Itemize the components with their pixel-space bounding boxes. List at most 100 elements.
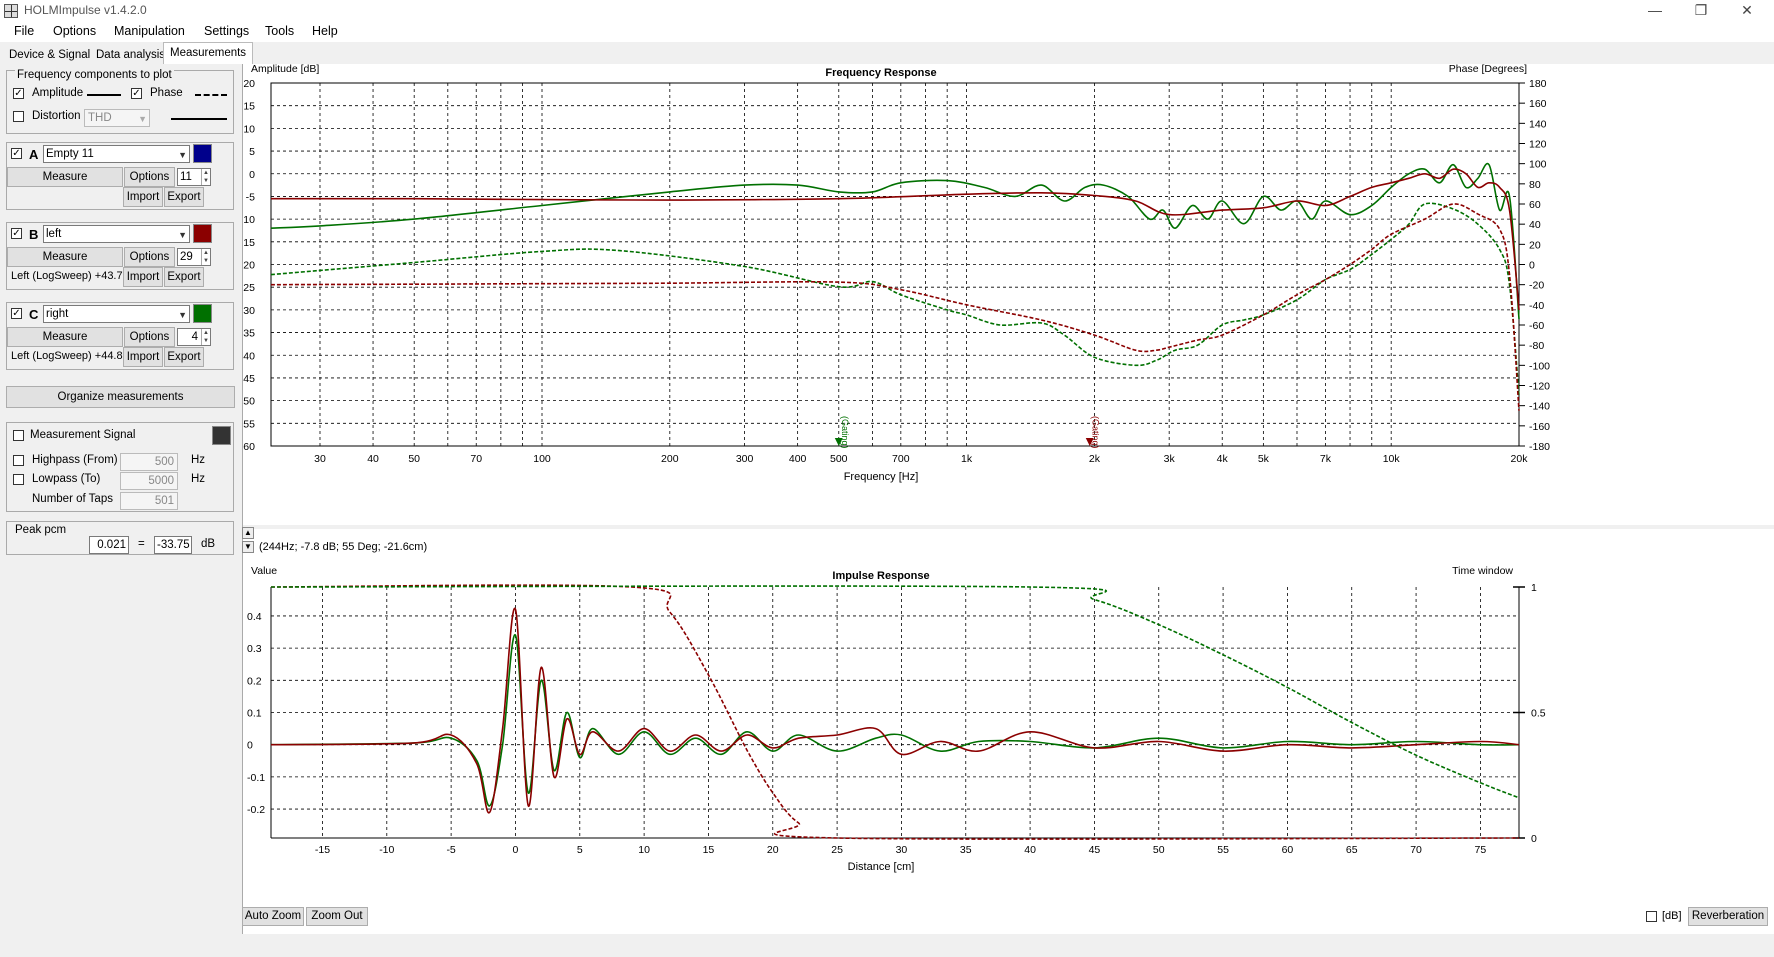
y2-tick-label: 160	[1529, 98, 1547, 110]
measurement-b-select[interactable]: left ▼	[43, 225, 190, 243]
taps-input[interactable]: 501	[120, 492, 178, 510]
menu-help[interactable]: Help	[312, 24, 338, 38]
x-tick-label: 50	[408, 453, 420, 465]
measurement-a-color[interactable]	[193, 144, 212, 163]
x-tick-label: 40	[367, 453, 379, 465]
measure-c-button[interactable]: Measure	[7, 327, 123, 347]
lowpass-input[interactable]: 5000	[120, 472, 178, 490]
y-tick-label: -45	[243, 373, 255, 385]
restore-button[interactable]: ❐	[1678, 0, 1724, 20]
measurement-a-checkbox[interactable]: ✓	[11, 148, 22, 159]
y2-tick-label: -80	[1529, 340, 1544, 352]
menu-tools[interactable]: Tools	[265, 24, 294, 38]
export-b-button[interactable]: Export	[164, 267, 204, 287]
import-c-button[interactable]: Import	[123, 347, 163, 367]
measurement-c-checkbox[interactable]: ✓	[11, 308, 22, 319]
scroll-down-button[interactable]: ▼	[242, 541, 254, 553]
count-c-stepper[interactable]: 4 ▲ ▼	[177, 328, 211, 346]
y2-tick-label: 100	[1529, 159, 1547, 171]
measurement-a-select[interactable]: Empty 11 ▼	[43, 145, 190, 163]
auto-zoom-button[interactable]: Auto Zoom	[242, 907, 304, 926]
signal-color[interactable]	[212, 426, 231, 445]
series-line	[270, 202, 1520, 396]
x-tick-label: -15	[315, 844, 330, 856]
x-tick-label: 65	[1346, 844, 1358, 856]
y2-tick-label: -120	[1529, 381, 1550, 393]
y2-tick-label: 140	[1529, 118, 1547, 130]
import-a-button[interactable]: Import	[123, 187, 163, 207]
organize-measurements-button[interactable]: Organize measurements	[6, 386, 235, 408]
phase-checkbox[interactable]: ✓	[131, 88, 142, 99]
highpass-unit: Hz	[191, 454, 206, 466]
x-tick-label: 7k	[1320, 453, 1332, 465]
y-tick-label: 0	[247, 740, 253, 752]
measurement-c-select[interactable]: right ▼	[43, 305, 190, 323]
import-b-button[interactable]: Import	[123, 267, 163, 287]
peak-unit: dB	[201, 538, 216, 550]
tab-data-analysis[interactable]: Data analysis	[89, 46, 172, 64]
impulse-response-chart[interactable]: Impulse Response Value Time window Distance…	[243, 529, 1774, 957]
menu-file[interactable]: File	[14, 24, 34, 38]
options-c-button[interactable]: Options	[124, 327, 175, 347]
measurement-b-color[interactable]	[193, 224, 212, 243]
db-checkbox[interactable]	[1646, 911, 1657, 922]
y-tick-label: -5	[246, 191, 255, 203]
tab-device-signal[interactable]: Device & Signal	[2, 46, 97, 64]
close-button[interactable]: ✕	[1724, 0, 1770, 20]
x-tick-label: 300	[736, 453, 754, 465]
export-a-button[interactable]: Export	[164, 187, 204, 207]
reverberation-button[interactable]: Reverberation	[1688, 907, 1768, 926]
x-axis-label: Frequency [Hz]	[844, 471, 919, 483]
scroll-up-button[interactable]: ▲	[242, 527, 254, 539]
measure-b-button[interactable]: Measure	[7, 247, 123, 267]
x-tick-label: 500	[830, 453, 848, 465]
frequency-response-chart[interactable]: Frequency Response Amplitude [dB] Phase [D…	[243, 64, 1774, 501]
cursor-readout: (244Hz; -7.8 dB; 55 Deg; -21.6cm)	[259, 541, 428, 553]
x-tick-label: -10	[379, 844, 394, 856]
menu-manipulation[interactable]: Manipulation	[114, 24, 185, 38]
y2-tick-label: -60	[1529, 320, 1544, 332]
y2-tick-label: 180	[1529, 78, 1547, 90]
lowpass-unit: Hz	[191, 473, 206, 485]
x-tick-label: 700	[892, 453, 910, 465]
window-title: HOLMImpulse v1.4.2.0	[24, 3, 147, 17]
y-tick-label: 10	[243, 123, 255, 135]
measure-a-button[interactable]: Measure	[7, 167, 123, 187]
x-tick-label: 400	[789, 453, 807, 465]
x-tick-label: 100	[533, 453, 551, 465]
phase-line-sample	[195, 94, 227, 96]
y2-tick-label: 0	[1529, 260, 1535, 272]
highpass-input[interactable]: 500	[120, 453, 178, 471]
export-c-button[interactable]: Export	[164, 347, 204, 367]
lowpass-checkbox[interactable]	[13, 474, 24, 485]
db-label: [dB]	[1662, 910, 1682, 922]
measurement-signal-checkbox[interactable]	[13, 430, 24, 441]
measurement-a-group: ✓ A Empty 11 ▼ Measure Options 11 ▲ ▼ Impor…	[6, 142, 234, 210]
menu-settings[interactable]: Settings	[204, 24, 249, 38]
distortion-label: Distortion	[32, 110, 81, 122]
count-b-stepper[interactable]: 29 ▲ ▼	[177, 248, 211, 266]
count-a-stepper[interactable]: 11 ▲ ▼	[177, 168, 211, 186]
measurement-b-checkbox[interactable]: ✓	[11, 228, 22, 239]
options-a-button[interactable]: Options	[124, 167, 175, 187]
minimize-button[interactable]: —	[1632, 0, 1678, 20]
x-tick-label: 35	[960, 844, 972, 856]
highpass-checkbox[interactable]	[13, 455, 24, 466]
tab-measurements[interactable]: Measurements	[163, 42, 254, 64]
series-line	[270, 203, 1520, 411]
amplitude-checkbox[interactable]: ✓	[13, 88, 24, 99]
y2-tick-label: 120	[1529, 139, 1547, 151]
amplitude-label: Amplitude	[32, 87, 84, 99]
y2-tick-label: -140	[1529, 401, 1550, 413]
y2-tick-label: 40	[1529, 219, 1541, 231]
zoom-out-button[interactable]: Zoom Out	[306, 907, 368, 926]
menu-options[interactable]: Options	[53, 24, 96, 38]
measurement-c-color[interactable]	[193, 304, 212, 323]
y-axis-label: Amplitude [dB]	[251, 64, 319, 75]
x-tick-label: 200	[661, 453, 679, 465]
distortion-checkbox[interactable]	[13, 111, 24, 122]
y-tick-label: -0.1	[247, 772, 265, 784]
options-b-button[interactable]: Options	[124, 247, 175, 267]
y2-tick-label: -180	[1529, 441, 1550, 453]
distortion-select[interactable]: THD ▼	[84, 109, 150, 127]
